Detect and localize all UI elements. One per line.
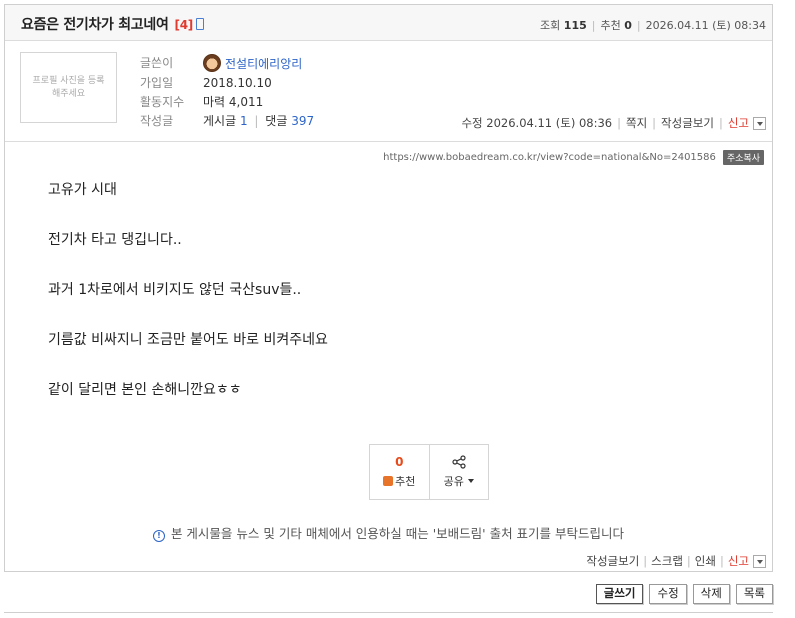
share-button[interactable]: 공유 bbox=[430, 445, 489, 499]
joined-date: 2018.10.10 bbox=[203, 76, 272, 90]
recommend-button-label: 추천 bbox=[395, 475, 416, 488]
report-dropdown-icon[interactable] bbox=[753, 116, 766, 130]
share-icon bbox=[452, 455, 466, 473]
post-url-row: https://www.bobaedream.co.kr/view?code=n… bbox=[383, 150, 764, 165]
report-link-bottom[interactable]: 신고 bbox=[728, 553, 749, 569]
recommend-label: 추천 bbox=[600, 19, 621, 32]
posts-label: 작성글 bbox=[140, 114, 174, 128]
post-date: 2026.04.11 (토) 08:34 bbox=[645, 19, 766, 32]
bottom-post-links: 작성글보기 | 스크랩 | 인쇄 | 신고 bbox=[586, 553, 766, 569]
writer-label: 글쓴이 bbox=[140, 56, 174, 70]
comment-count[interactable]: [4] bbox=[175, 18, 194, 32]
post-frame: 요즘은 전기차가 최고네여 [4] 조회 115 | 추천 0 | 2026.04.11 … bbox=[4, 4, 773, 572]
author-profile: 프로필 사진을 등록해주세요 글쓴이 전설티에리앙리 가입일 2018.10.10 … bbox=[5, 41, 772, 142]
post-count-link[interactable]: 1 bbox=[240, 114, 248, 128]
post-actions: 글쓰기 수정 삭제 목록 bbox=[595, 584, 773, 604]
mobile-icon bbox=[195, 18, 204, 30]
post-title: 요즘은 전기차가 최고네여 [4] bbox=[21, 14, 204, 34]
post-title-text: 요즘은 전기차가 최고네여 bbox=[21, 17, 169, 33]
view-posts-link[interactable]: 작성글보기 bbox=[661, 115, 714, 131]
post-count-group: 게시글 1 | 댓글 397 bbox=[203, 114, 315, 128]
author-nickname[interactable]: 전설티에리앙리 bbox=[203, 54, 302, 74]
scrap-link[interactable]: 스크랩 bbox=[651, 553, 683, 569]
view-posts-link-bottom[interactable]: 작성글보기 bbox=[586, 553, 639, 569]
post-content: 고유가 시대 전기차 타고 댕깁니다.. 과거 1차로에서 비키지도 않던 국산… bbox=[48, 180, 328, 430]
recommend-count-display: 0 bbox=[395, 455, 404, 469]
profile-photo-placeholder: 프로필 사진을 등록해주세요 bbox=[20, 52, 117, 123]
activity-value: 마력 4,011 bbox=[203, 95, 264, 109]
edit-button[interactable]: 수정 bbox=[649, 584, 687, 604]
report-link[interactable]: 신고 bbox=[728, 115, 749, 131]
post-title-bar: 요즘은 전기차가 최고네여 [4] 조회 115 | 추천 0 | 2026.04.11 … bbox=[5, 5, 772, 41]
activity-label: 활동지수 bbox=[140, 95, 185, 109]
content-line: 기름값 비싸지니 조금만 붙어도 바로 비켜주네요 bbox=[48, 332, 328, 348]
content-line: 과거 1차로에서 비키지도 않던 국산suv들.. bbox=[48, 282, 302, 298]
recommend-button[interactable]: 0 추천 bbox=[370, 445, 430, 499]
next-section-divider bbox=[4, 612, 773, 613]
print-link[interactable]: 인쇄 bbox=[695, 553, 716, 569]
member-level-icon bbox=[203, 54, 221, 72]
post-meta-links: 수정 2026.04.11 (토) 08:36 | 쪽지 | 작성글보기 | 신고 bbox=[461, 115, 766, 131]
reply-count-link[interactable]: 397 bbox=[291, 114, 314, 128]
views-label: 조회 bbox=[540, 19, 561, 32]
chevron-down-icon bbox=[467, 479, 474, 483]
content-line: 전기차 타고 댕깁니다.. bbox=[48, 232, 182, 248]
citation-notice: ! 본 게시물을 뉴스 및 기타 매체에서 인용하실 때는 '보배드림' 출처 표… bbox=[5, 523, 772, 542]
author-info: 글쓴이 전설티에리앙리 가입일 2018.10.10 활동지수 마력 4,011 작성… bbox=[140, 54, 314, 131]
write-button[interactable]: 글쓰기 bbox=[595, 584, 644, 604]
delete-button[interactable]: 삭제 bbox=[692, 584, 730, 604]
copy-url-button[interactable]: 주소복사 bbox=[722, 150, 764, 165]
vote-box: 0 추천 공유 bbox=[369, 444, 489, 500]
post-url: https://www.bobaedream.co.kr/view?code=n… bbox=[383, 152, 716, 163]
views-count: 115 bbox=[563, 19, 587, 32]
report-dropdown-icon-bottom[interactable] bbox=[753, 554, 766, 568]
edited-time: 수정 2026.04.11 (토) 08:36 bbox=[461, 116, 613, 130]
list-button[interactable]: 목록 bbox=[735, 584, 773, 604]
post-stats: 조회 115 | 추천 0 | 2026.04.11 (토) 08:34 bbox=[540, 19, 766, 32]
info-icon: ! bbox=[152, 530, 165, 542]
content-line: 고유가 시대 bbox=[48, 182, 117, 198]
recommend-count: 0 bbox=[624, 19, 632, 32]
share-button-label: 공유 bbox=[443, 475, 464, 488]
thumbs-up-icon bbox=[383, 476, 394, 486]
message-link[interactable]: 쪽지 bbox=[626, 115, 647, 131]
content-line: 같이 달리면 본인 손해니깐요ㅎㅎ bbox=[48, 382, 242, 398]
joined-label: 가입일 bbox=[140, 76, 174, 90]
